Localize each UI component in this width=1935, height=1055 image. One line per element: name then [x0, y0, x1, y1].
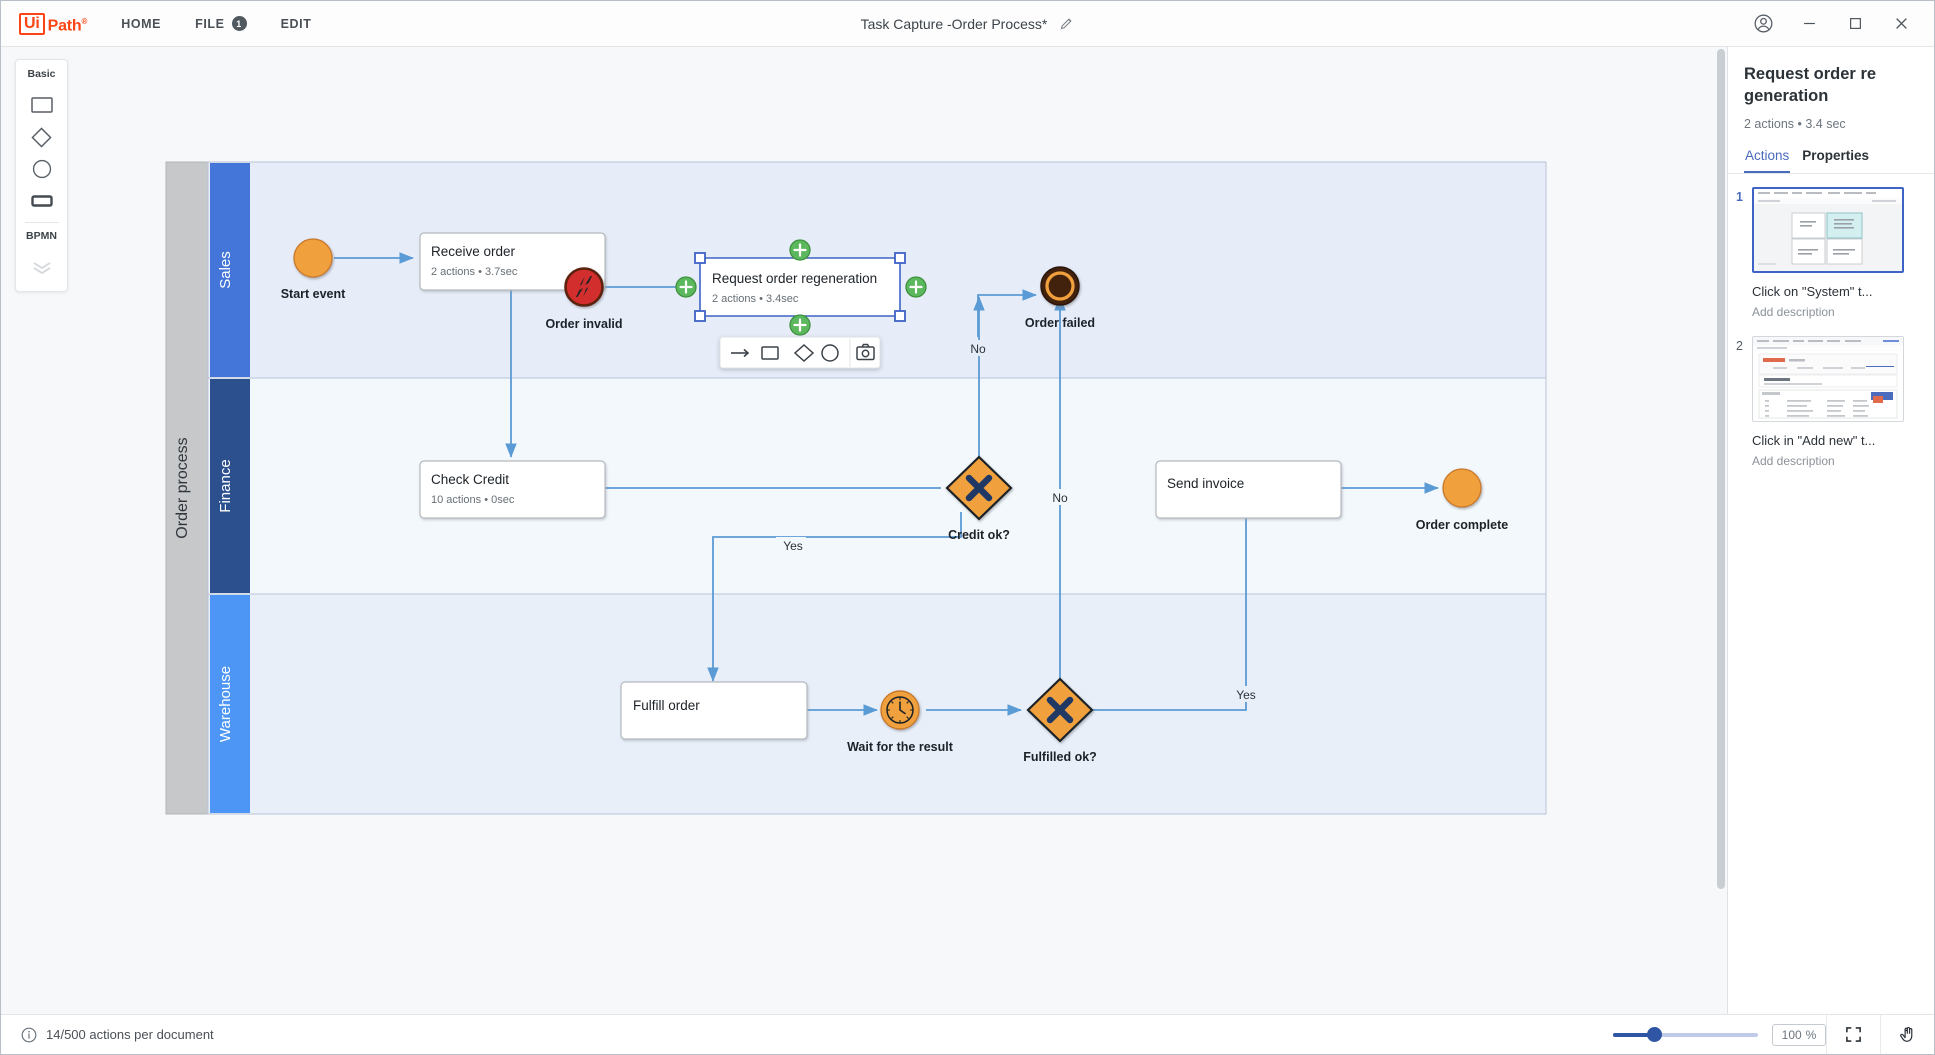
menu-item-edit-label: EDIT [280, 16, 312, 31]
action-item-1-caption: Click on "System" t... [1752, 283, 1873, 299]
action-item-1-thumbnail[interactable] [1752, 186, 1904, 273]
node-fulfill-order[interactable]: Fulfill order [620, 681, 808, 740]
action-item-2[interactable]: 2 Click in "Add new" t... Add descriptio… [1728, 335, 1934, 468]
handle-top-left [694, 252, 706, 264]
edge-label-no-2: No [1052, 491, 1068, 505]
details-panel-subtitle: 2 actions • 3.4 sec [1744, 116, 1846, 131]
add-node-left-button[interactable] [675, 276, 697, 298]
fit-screen-icon[interactable] [1826, 1015, 1880, 1054]
handle-bottom-right [894, 310, 906, 322]
node-check-credit-meta: 10 actions • 0sec [431, 494, 515, 506]
node-receive-order-label: Receive order [431, 244, 516, 259]
action-item-1-description[interactable]: Add description [1752, 305, 1924, 319]
lane-label-sales: Sales [217, 251, 234, 289]
action-item-2-description[interactable]: Add description [1752, 454, 1924, 468]
node-request-order-regeneration-label: Request order regeneration [712, 271, 877, 286]
main-body: Basic BPMN Order process Sales Finance W… [1, 47, 1934, 1014]
zoom-slider-knob[interactable] [1647, 1027, 1662, 1042]
status-bar-left: 14/500 actions per document [21, 1027, 214, 1043]
add-node-top-button[interactable] [789, 239, 811, 261]
handle-top-right [894, 252, 906, 264]
node-receive-order-meta: 2 actions • 3.7sec [431, 266, 518, 278]
bpmn-diagram[interactable]: Order process Sales Finance Warehouse No… [1, 47, 1701, 947]
zoom-slider[interactable] [1613, 1020, 1758, 1050]
node-check-credit[interactable]: Check Credit 10 actions • 0sec [419, 460, 606, 519]
menu-item-file[interactable]: FILE 1 [195, 16, 247, 31]
details-panel-header: Request order re generation 2 actions • … [1728, 47, 1934, 144]
actions-list[interactable]: 1 Click on "System" t... Add description… [1728, 174, 1934, 1014]
action-2-thumbnail-image [1753, 336, 1903, 421]
tab-actions[interactable]: Actions [1744, 144, 1791, 173]
action-item-1[interactable]: 1 Click on "System" t... Add description [1728, 186, 1934, 319]
node-credit-ok-label: Credit ok? [948, 528, 1010, 542]
zoom-unit: % [1805, 1027, 1817, 1042]
zoom-value: 100 [1781, 1027, 1802, 1042]
action-item-1-number: 1 [1736, 189, 1743, 204]
tab-properties[interactable]: Properties [1801, 144, 1870, 173]
pencil-icon[interactable] [1059, 16, 1074, 31]
maximize-icon[interactable] [1834, 5, 1876, 43]
node-fulfilled-ok-label: Fulfilled ok? [1023, 750, 1097, 764]
node-order-invalid-label: Order invalid [545, 317, 622, 331]
pool-label: Order process [174, 437, 191, 538]
minimize-icon[interactable] [1788, 5, 1830, 43]
action-item-2-number: 2 [1736, 338, 1743, 353]
node-context-toolbar[interactable] [719, 336, 881, 369]
uipath-logo: Ui Path® [19, 12, 88, 35]
menu-item-file-label: FILE [195, 16, 225, 31]
menu-item-home[interactable]: HOME [121, 17, 161, 31]
status-bar: 14/500 actions per document 100 % [1, 1014, 1934, 1054]
lane-label-warehouse: Warehouse [217, 666, 234, 742]
edge-label-yes-2: Yes [1236, 688, 1256, 702]
edge-label-no-1: No [970, 342, 986, 356]
close-icon[interactable] [1880, 5, 1922, 43]
add-node-right-button[interactable] [905, 276, 927, 298]
actions-per-document-text: 14/500 actions per document [46, 1027, 214, 1042]
details-panel: Request order re generation 2 actions • … [1727, 47, 1934, 1014]
details-panel-title: Request order re generation [1744, 65, 1877, 105]
add-node-bottom-button[interactable] [789, 314, 811, 336]
window-controls [1742, 5, 1934, 43]
logo-ui-text: Ui [19, 12, 45, 35]
account-circle-icon[interactable] [1742, 5, 1784, 43]
info-circle-icon [21, 1027, 37, 1043]
diagram-canvas[interactable]: Basic BPMN Order process Sales Finance W… [1, 47, 1727, 1014]
edge-label-yes-1: Yes [783, 539, 803, 553]
node-send-invoice-label: Send invoice [1167, 476, 1244, 491]
node-request-order-regeneration-meta: 2 actions • 3.4sec [712, 293, 799, 305]
main-menu: HOME FILE 1 EDIT [121, 16, 311, 31]
file-badge: 1 [231, 16, 247, 31]
title-bar: Ui Path® HOME FILE 1 EDIT Task Capture -… [1, 1, 1934, 47]
canvas-scroll-thumb[interactable] [1717, 49, 1725, 889]
hand-pan-icon[interactable] [1880, 1015, 1934, 1054]
node-send-invoice[interactable]: Send invoice [1155, 460, 1342, 519]
action-1-thumbnail-image [1754, 188, 1902, 271]
node-order-failed-label: Order failed [1025, 316, 1095, 330]
lane-body-finance [207, 377, 1547, 595]
handle-bottom-left [694, 310, 706, 322]
logo-path-text: Path® [47, 16, 88, 35]
node-wait-for-result-label: Wait for the result [847, 740, 954, 754]
lane-body-warehouse [207, 593, 1547, 815]
node-fulfill-order-label: Fulfill order [633, 698, 700, 713]
node-check-credit-label: Check Credit [431, 472, 509, 487]
node-order-complete-label: Order complete [1416, 518, 1508, 532]
uipath-task-capture-window: Ui Path® HOME FILE 1 EDIT Task Capture -… [0, 0, 1935, 1055]
action-item-2-thumbnail[interactable] [1752, 335, 1904, 422]
document-title: Task Capture -Order Process* [860, 15, 1048, 32]
menu-item-home-label: HOME [121, 16, 162, 31]
lane-label-finance: Finance [217, 459, 234, 512]
menu-item-edit[interactable]: EDIT [281, 17, 312, 31]
action-item-2-caption: Click in "Add new" t... [1752, 432, 1876, 448]
zoom-value-field[interactable]: 100 % [1772, 1023, 1826, 1046]
node-start-event-label: Start event [281, 287, 346, 301]
details-panel-tabs: Actions Properties [1728, 144, 1934, 174]
status-bar-right: 100 % [1613, 1015, 1934, 1054]
canvas-vertical-scrollbar[interactable] [1715, 47, 1727, 1014]
